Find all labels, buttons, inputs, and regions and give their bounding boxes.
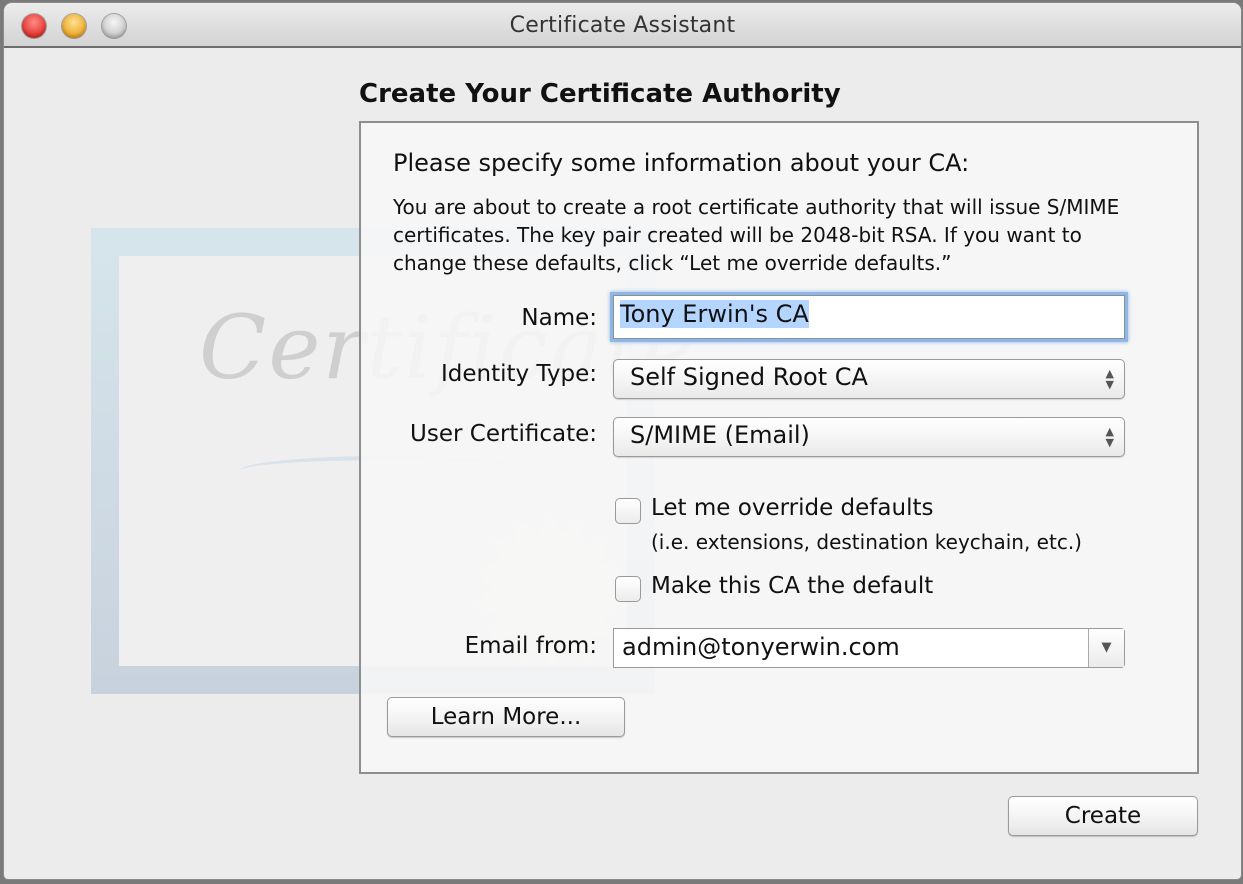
learn-more-button[interactable]: Learn More...	[387, 697, 625, 737]
up-down-arrows-icon: ▲ ▼	[1105, 425, 1114, 449]
panel-description: You are about to create a root certifica…	[393, 195, 1120, 275]
window-title: Certificate Assistant	[509, 13, 736, 38]
name-input-value: Tony Erwin's CA	[620, 300, 809, 328]
dropdown-arrow-icon[interactable]: ▼	[1088, 629, 1124, 667]
override-defaults-hint: (i.e. extensions, destination keychain, …	[651, 530, 1082, 554]
identity-type-label: Identity Type:	[440, 361, 597, 387]
email-from-combobox[interactable]: admin@tonyerwin.com ▼	[613, 628, 1125, 668]
user-certificate-value: S/MIME (Email)	[630, 421, 810, 449]
name-label: Name:	[521, 305, 597, 331]
page-heading: Create Your Certificate Authority	[359, 79, 841, 109]
identity-type-select[interactable]: Self Signed Root CA ▲ ▼	[613, 359, 1125, 399]
up-down-arrows-icon: ▲ ▼	[1105, 367, 1114, 391]
create-button[interactable]: Create	[1008, 796, 1198, 836]
make-default-ca-label[interactable]: Make this CA the default	[651, 573, 933, 599]
user-certificate-select[interactable]: S/MIME (Email) ▲ ▼	[613, 417, 1125, 457]
ca-info-panel: Please specify some information about yo…	[359, 121, 1199, 774]
email-from-value: admin@tonyerwin.com	[622, 633, 900, 661]
email-from-label: Email from:	[464, 633, 597, 659]
panel-subtitle: Please specify some information about yo…	[393, 149, 970, 177]
user-certificate-label: User Certificate:	[410, 421, 597, 447]
title-bar[interactable]: Certificate Assistant	[4, 3, 1241, 48]
override-defaults-checkbox[interactable]	[615, 498, 641, 524]
identity-type-value: Self Signed Root CA	[630, 363, 868, 391]
override-defaults-label[interactable]: Let me override defaults	[651, 495, 933, 521]
name-input[interactable]: Tony Erwin's CA	[613, 295, 1125, 339]
certificate-assistant-window: Certificate Assistant Certificate Create…	[4, 3, 1241, 879]
make-default-ca-checkbox[interactable]	[615, 576, 641, 602]
